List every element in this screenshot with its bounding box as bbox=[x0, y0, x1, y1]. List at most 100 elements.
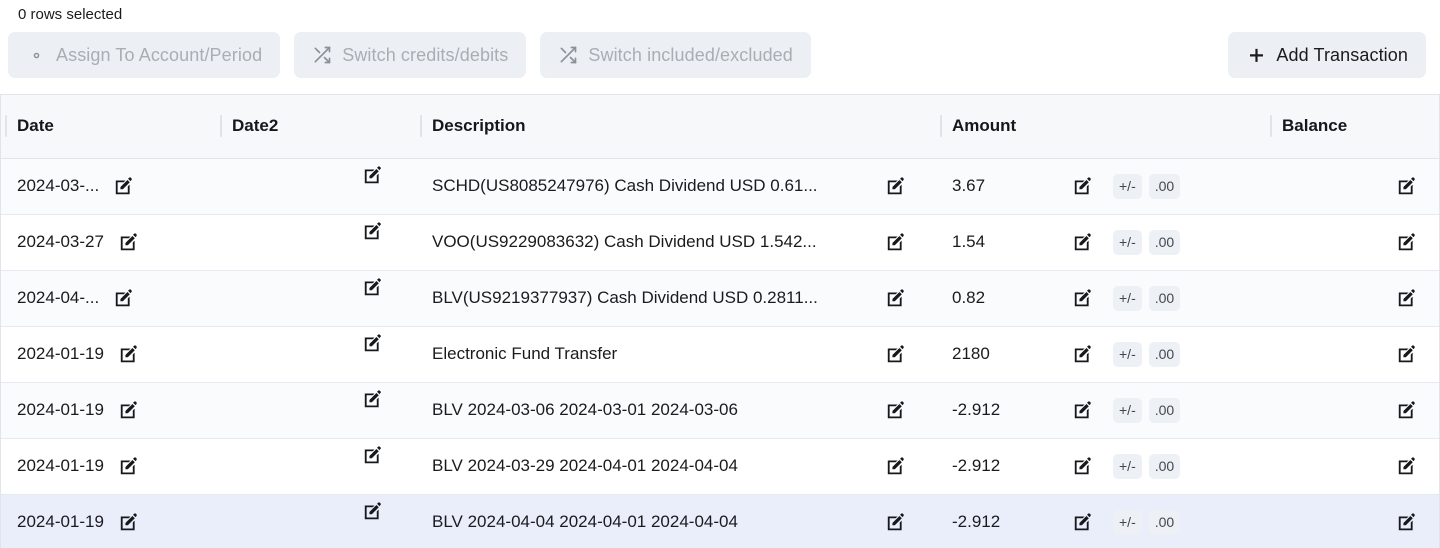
edit-pencil-icon[interactable] bbox=[1396, 176, 1417, 197]
edit-pencil-icon[interactable] bbox=[1072, 344, 1093, 365]
table-row[interactable]: 2024-01-19 BLV 2024-04-04 2024-04-01 202… bbox=[1, 494, 1440, 548]
cell-description[interactable]: Electronic Fund Transfer bbox=[416, 326, 936, 382]
cell-date[interactable]: 2024-01-19 bbox=[1, 382, 216, 438]
cell-date2[interactable] bbox=[216, 494, 416, 548]
cell-amount[interactable]: -2.912 +/- .00 bbox=[936, 438, 1266, 494]
column-resize-handle[interactable] bbox=[420, 115, 422, 137]
edit-pencil-icon[interactable] bbox=[362, 501, 383, 522]
edit-pencil-icon[interactable] bbox=[1072, 400, 1093, 421]
cell-date2[interactable] bbox=[216, 158, 416, 214]
cell-balance[interactable] bbox=[1266, 494, 1440, 548]
edit-pencil-icon[interactable] bbox=[118, 400, 139, 421]
switch-credits-debits-button[interactable]: Switch credits/debits bbox=[294, 32, 526, 78]
cell-date2[interactable] bbox=[216, 270, 416, 326]
add-transaction-button[interactable]: Add Transaction bbox=[1228, 32, 1426, 78]
edit-pencil-icon[interactable] bbox=[362, 333, 383, 354]
column-resize-handle[interactable] bbox=[220, 115, 222, 137]
toggle-decimal-button[interactable]: .00 bbox=[1149, 342, 1180, 367]
column-resize-handle[interactable] bbox=[5, 115, 7, 137]
column-resize-handle[interactable] bbox=[940, 115, 942, 137]
toggle-sign-button[interactable]: +/- bbox=[1113, 174, 1142, 199]
table-row[interactable]: 2024-03-... SCHD(US8085247976) Cash Divi… bbox=[1, 158, 1440, 214]
edit-pencil-icon[interactable] bbox=[885, 512, 906, 533]
cell-date2[interactable] bbox=[216, 382, 416, 438]
cell-date2[interactable] bbox=[216, 438, 416, 494]
cell-amount[interactable]: 1.54 +/- .00 bbox=[936, 214, 1266, 270]
edit-pencil-icon[interactable] bbox=[1396, 344, 1417, 365]
column-header-description[interactable]: Description bbox=[416, 95, 936, 158]
toggle-sign-button[interactable]: +/- bbox=[1113, 510, 1142, 535]
toggle-sign-button[interactable]: +/- bbox=[1113, 286, 1142, 311]
edit-pencil-icon[interactable] bbox=[118, 232, 139, 253]
cell-date[interactable]: 2024-01-19 bbox=[1, 326, 216, 382]
cell-description[interactable]: BLV 2024-04-04 2024-04-01 2024-04-04 bbox=[416, 494, 936, 548]
table-row[interactable]: 2024-01-19 Electronic Fund Transfer 2180… bbox=[1, 326, 1440, 382]
cell-date[interactable]: 2024-01-19 bbox=[1, 438, 216, 494]
switch-included-excluded-button[interactable]: Switch included/excluded bbox=[540, 32, 811, 78]
toggle-decimal-button[interactable]: .00 bbox=[1149, 510, 1180, 535]
cell-description[interactable]: SCHD(US8085247976) Cash Dividend USD 0.6… bbox=[416, 158, 936, 214]
cell-balance[interactable] bbox=[1266, 270, 1440, 326]
edit-pencil-icon[interactable] bbox=[362, 277, 383, 298]
cell-date2[interactable] bbox=[216, 326, 416, 382]
edit-pencil-icon[interactable] bbox=[885, 400, 906, 421]
assign-to-account-period-button[interactable]: Assign To Account/Period bbox=[8, 32, 280, 78]
edit-pencil-icon[interactable] bbox=[362, 221, 383, 242]
edit-pencil-icon[interactable] bbox=[1396, 456, 1417, 477]
cell-amount[interactable]: -2.912 +/- .00 bbox=[936, 494, 1266, 548]
edit-pencil-icon[interactable] bbox=[362, 165, 383, 186]
edit-pencil-icon[interactable] bbox=[118, 512, 139, 533]
cell-date2[interactable] bbox=[216, 214, 416, 270]
column-header-date[interactable]: Date bbox=[1, 95, 216, 158]
toggle-decimal-button[interactable]: .00 bbox=[1149, 454, 1180, 479]
column-resize-handle[interactable] bbox=[1270, 115, 1272, 137]
cell-balance[interactable] bbox=[1266, 326, 1440, 382]
cell-description[interactable]: VOO(US9229083632) Cash Dividend USD 1.54… bbox=[416, 214, 936, 270]
edit-pencil-icon[interactable] bbox=[1072, 232, 1093, 253]
edit-pencil-icon[interactable] bbox=[113, 288, 134, 309]
cell-balance[interactable] bbox=[1266, 214, 1440, 270]
edit-pencil-icon[interactable] bbox=[118, 456, 139, 477]
toggle-decimal-button[interactable]: .00 bbox=[1149, 230, 1180, 255]
edit-pencil-icon[interactable] bbox=[362, 445, 383, 466]
cell-date[interactable]: 2024-03-... bbox=[1, 158, 216, 214]
toggle-decimal-button[interactable]: .00 bbox=[1149, 174, 1180, 199]
table-row[interactable]: 2024-04-... BLV(US9219377937) Cash Divid… bbox=[1, 270, 1440, 326]
cell-date[interactable]: 2024-01-19 bbox=[1, 494, 216, 548]
cell-balance[interactable] bbox=[1266, 438, 1440, 494]
edit-pencil-icon[interactable] bbox=[118, 344, 139, 365]
edit-pencil-icon[interactable] bbox=[1072, 512, 1093, 533]
toggle-decimal-button[interactable]: .00 bbox=[1149, 398, 1180, 423]
edit-pencil-icon[interactable] bbox=[1396, 288, 1417, 309]
toggle-decimal-button[interactable]: .00 bbox=[1149, 286, 1180, 311]
edit-pencil-icon[interactable] bbox=[885, 176, 906, 197]
table-row[interactable]: 2024-01-19 BLV 2024-03-06 2024-03-01 202… bbox=[1, 382, 1440, 438]
cell-amount[interactable]: 3.67 +/- .00 bbox=[936, 158, 1266, 214]
edit-pencil-icon[interactable] bbox=[1072, 176, 1093, 197]
table-row[interactable]: 2024-03-27 VOO(US9229083632) Cash Divide… bbox=[1, 214, 1440, 270]
table-row[interactable]: 2024-01-19 BLV 2024-03-29 2024-04-01 202… bbox=[1, 438, 1440, 494]
column-header-balance[interactable]: Balance bbox=[1266, 95, 1440, 158]
edit-pencil-icon[interactable] bbox=[1396, 232, 1417, 253]
edit-pencil-icon[interactable] bbox=[1396, 512, 1417, 533]
edit-pencil-icon[interactable] bbox=[885, 456, 906, 477]
edit-pencil-icon[interactable] bbox=[362, 389, 383, 410]
cell-amount[interactable]: 2180 +/- .00 bbox=[936, 326, 1266, 382]
cell-description[interactable]: BLV(US9219377937) Cash Dividend USD 0.28… bbox=[416, 270, 936, 326]
edit-pencil-icon[interactable] bbox=[1396, 400, 1417, 421]
column-header-amount[interactable]: Amount bbox=[936, 95, 1266, 158]
cell-date[interactable]: 2024-03-27 bbox=[1, 214, 216, 270]
edit-pencil-icon[interactable] bbox=[885, 288, 906, 309]
toggle-sign-button[interactable]: +/- bbox=[1113, 230, 1142, 255]
cell-date[interactable]: 2024-04-... bbox=[1, 270, 216, 326]
edit-pencil-icon[interactable] bbox=[1072, 456, 1093, 477]
edit-pencil-icon[interactable] bbox=[885, 232, 906, 253]
toggle-sign-button[interactable]: +/- bbox=[1113, 342, 1142, 367]
toggle-sign-button[interactable]: +/- bbox=[1113, 398, 1142, 423]
edit-pencil-icon[interactable] bbox=[113, 176, 134, 197]
cell-description[interactable]: BLV 2024-03-29 2024-04-01 2024-04-04 bbox=[416, 438, 936, 494]
cell-description[interactable]: BLV 2024-03-06 2024-03-01 2024-03-06 bbox=[416, 382, 936, 438]
edit-pencil-icon[interactable] bbox=[1072, 288, 1093, 309]
cell-balance[interactable] bbox=[1266, 158, 1440, 214]
cell-balance[interactable] bbox=[1266, 382, 1440, 438]
